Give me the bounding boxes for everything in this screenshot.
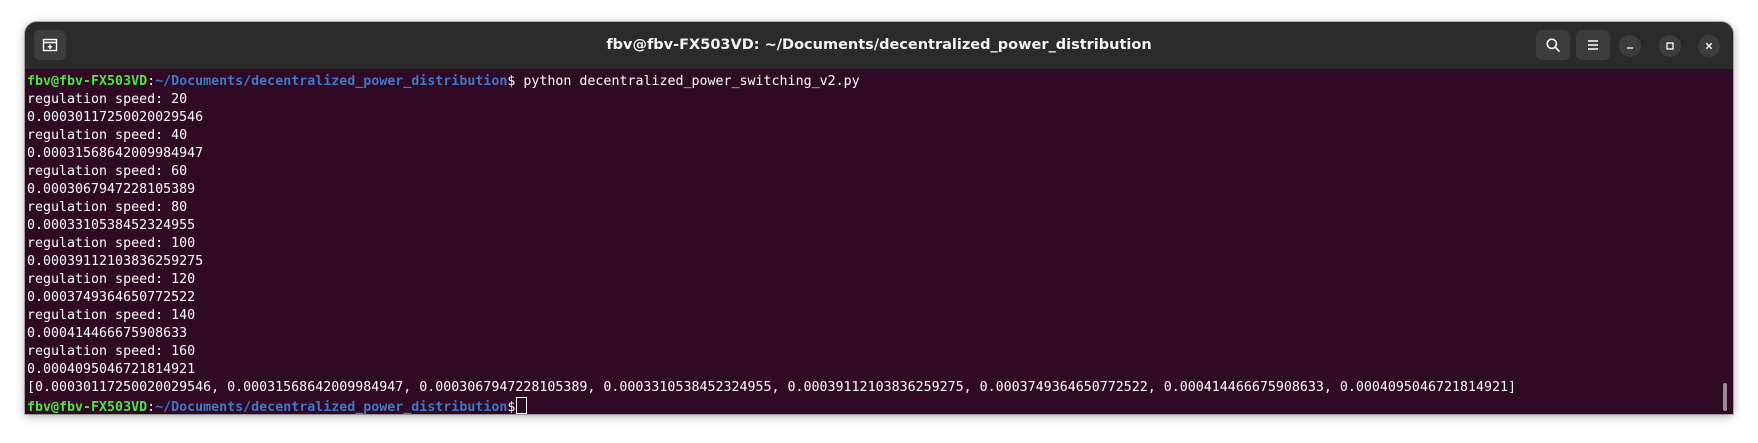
output-line: 0.0004095046721814921: [27, 362, 196, 377]
output-line: regulation speed: 60: [27, 164, 188, 179]
output-line: 0.0003310538452324955: [27, 218, 196, 233]
minimize-icon: [1627, 47, 1633, 49]
output-line: regulation speed: 140: [27, 308, 196, 323]
output-line: regulation speed: 40: [27, 128, 188, 143]
output-line: 0.00031568642009984947: [27, 146, 204, 161]
title-bar[interactable]: fbv@fbv-FX503VD: ~/Documents/decentraliz…: [25, 22, 1733, 69]
output-line: 0.00039112103836259275: [27, 254, 204, 269]
menu-button[interactable]: [1576, 30, 1610, 60]
output-line: 0.00030117250020029546: [27, 110, 204, 125]
output-line: [0.00030117250020029546, 0.0003156864200…: [27, 380, 1517, 395]
minimize-button[interactable]: [1619, 35, 1641, 57]
maximize-icon: [1666, 42, 1674, 50]
text-cursor: [516, 397, 528, 414]
close-icon: [1705, 42, 1713, 50]
new-tab-icon: [42, 38, 58, 52]
prompt-dollar: $: [507, 400, 516, 414]
prompt-user-host: fbv@fbv-FX503VD: [27, 400, 148, 414]
hamburger-menu-icon: [1588, 40, 1598, 50]
terminal-lines: fbv@fbv-FX503VD:~/Documents/decentralize…: [27, 73, 1713, 414]
prompt-user-host: fbv@fbv-FX503VD: [27, 74, 148, 89]
current-prompt-line[interactable]: fbv@fbv-FX503VD:~/Documents/decentralize…: [27, 397, 1713, 414]
new-tab-button[interactable]: [34, 30, 66, 60]
window-title: fbv@fbv-FX503VD: ~/Documents/decentraliz…: [606, 37, 1152, 53]
terminal-output-area[interactable]: fbv@fbv-FX503VD:~/Documents/decentralize…: [25, 69, 1733, 414]
maximize-button[interactable]: [1659, 35, 1681, 57]
command-text: python decentralized_power_switching_v2.…: [515, 74, 860, 89]
output-line: regulation speed: 80: [27, 200, 188, 215]
output-line: 0.0003067947228105389: [27, 182, 196, 197]
prompt-path: ~/Documents/decentralized_power_distribu…: [155, 400, 508, 414]
output-line: 0.000414466675908633: [27, 326, 188, 341]
prompt-colon: :: [147, 74, 156, 89]
close-button[interactable]: [1698, 35, 1720, 57]
output-line: 0.0003749364650772522: [27, 290, 196, 305]
output-line: regulation speed: 120: [27, 272, 196, 287]
search-button[interactable]: [1536, 30, 1570, 60]
vertical-scrollbar[interactable]: [1723, 383, 1727, 411]
output-line: regulation speed: 100: [27, 236, 196, 251]
prompt-path: ~/Documents/decentralized_power_distribu…: [155, 74, 508, 89]
output-line: regulation speed: 160: [27, 344, 196, 359]
prompt-colon: :: [147, 400, 156, 414]
command-line: fbv@fbv-FX503VD:~/Documents/decentralize…: [27, 73, 1713, 91]
output-line: regulation speed: 20: [27, 92, 188, 107]
terminal-window: fbv@fbv-FX503VD: ~/Documents/decentraliz…: [25, 22, 1733, 414]
search-icon: [1546, 38, 1560, 52]
